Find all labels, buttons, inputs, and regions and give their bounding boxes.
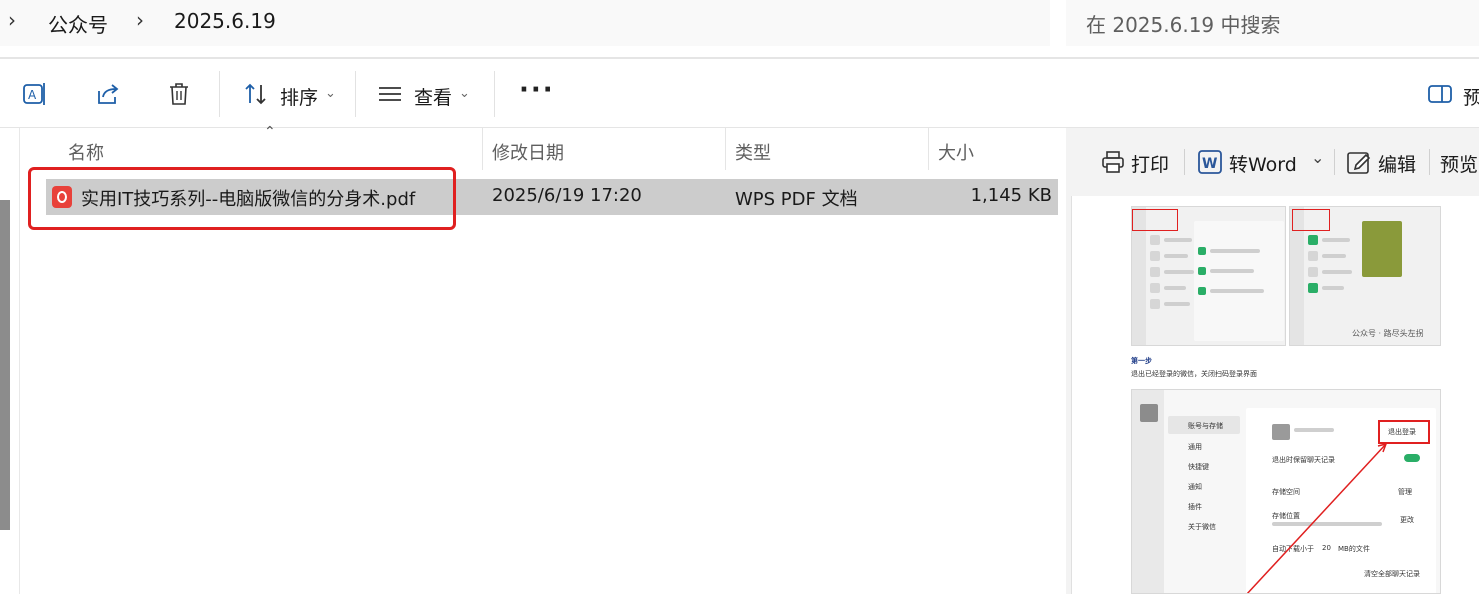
settings-item: 插件 (1188, 503, 1202, 511)
sort-button[interactable]: 排序 (280, 83, 318, 110)
toolbar-divider (219, 71, 220, 117)
edit-button[interactable]: 编辑 (1378, 150, 1416, 177)
breadcrumb-item[interactable]: 2025.6.19 (174, 9, 276, 33)
more-icon[interactable]: ··· (519, 75, 555, 105)
preview-button[interactable]: 预览 (1440, 150, 1478, 177)
column-header-name[interactable]: 名称 (68, 139, 104, 165)
chevron-down-icon[interactable]: ⌄ (325, 86, 336, 101)
highlight-annotation (1292, 209, 1330, 231)
search-input[interactable]: 在 2025.6.19 中搜索 (1066, 0, 1479, 46)
word-icon[interactable]: W (1197, 149, 1223, 175)
wechat-screenshot-right (1289, 206, 1441, 346)
toggle-switch (1404, 454, 1420, 462)
share-icon[interactable] (95, 81, 121, 107)
command-bar: A 排序 ⌄ 查看 ⌄ ··· 预 (0, 59, 1479, 127)
column-header-size[interactable]: 大小 (938, 139, 974, 165)
svg-text:A: A (28, 88, 37, 102)
address-bar: › 公众号 › 2025.6.19 在 2025.6.19 中搜索 (0, 0, 1479, 46)
change-button: 更改 (1400, 516, 1414, 524)
settings-item: 通知 (1188, 483, 1202, 491)
print-button[interactable]: 打印 (1131, 150, 1169, 177)
breadcrumb-item[interactable]: 公众号 (48, 9, 108, 38)
settings-item: 关于微信 (1188, 523, 1216, 531)
divider (19, 128, 20, 594)
sort-icon[interactable] (243, 81, 269, 107)
preview-pane-icon[interactable] (1427, 81, 1453, 107)
file-size: 1,145 KB (970, 185, 1052, 206)
settings-item: 快捷键 (1188, 463, 1209, 471)
toolbar-divider (1334, 149, 1335, 175)
column-separator[interactable] (725, 128, 726, 170)
manage-button: 管理 (1398, 488, 1412, 496)
chevron-down-icon[interactable]: ⌄ (1311, 148, 1324, 167)
edit-icon[interactable] (1346, 149, 1372, 175)
svg-text:W: W (1202, 156, 1217, 172)
settings-item: 通用 (1188, 443, 1202, 451)
chevron-right-icon[interactable]: › (8, 8, 16, 32)
search-placeholder: 在 2025.6.19 中搜索 (1086, 13, 1281, 37)
step-description: 退出已经登录的微信，关闭扫码登录界面 (1131, 370, 1257, 378)
highlight-annotation (28, 167, 456, 230)
print-icon[interactable] (1101, 150, 1125, 174)
highlight-annotation (1132, 209, 1178, 231)
toolbar-divider (1429, 149, 1430, 175)
file-modified: 2025/6/19 17:20 (492, 185, 642, 206)
sort-ascending-icon: ⌃ (264, 124, 276, 140)
toolbar-divider (1184, 149, 1185, 175)
wechat-screenshot-left (1131, 206, 1286, 346)
view-button[interactable]: 查看 (414, 83, 452, 110)
breadcrumb[interactable]: › 公众号 › 2025.6.19 (0, 0, 1050, 46)
preview-pane-button[interactable]: 预 (1463, 83, 1479, 110)
wechat-settings-screenshot: 账号与存储 通用 快捷键 通知 插件 关于微信 退出登录 退出时保留聊天记录 存… (1131, 389, 1441, 594)
chevron-down-icon[interactable]: ⌄ (459, 86, 470, 101)
arrow-annotation (1246, 442, 1388, 593)
nav-pane-scrollbar[interactable] (0, 200, 10, 530)
settings-item: 账号与存储 (1188, 422, 1223, 430)
logout-button: 退出登录 (1388, 428, 1416, 436)
column-header-modified[interactable]: 修改日期 (492, 139, 564, 165)
watermark-text: 公众号 · 路尽头左拐 (1352, 329, 1424, 338)
view-icon[interactable] (377, 81, 403, 107)
step-title: 第一步 (1131, 357, 1152, 365)
column-separator[interactable] (928, 128, 929, 170)
chevron-right-icon[interactable]: › (136, 8, 144, 32)
column-header-type[interactable]: 类型 (735, 139, 771, 165)
toolbar-divider (494, 71, 495, 117)
convert-to-word-button[interactable]: 转Word (1229, 150, 1297, 177)
delete-icon[interactable] (166, 81, 192, 107)
column-separator[interactable] (482, 128, 483, 170)
toolbar-divider (355, 71, 356, 117)
rename-icon[interactable]: A (22, 81, 48, 107)
file-type: WPS PDF 文档 (735, 189, 858, 210)
